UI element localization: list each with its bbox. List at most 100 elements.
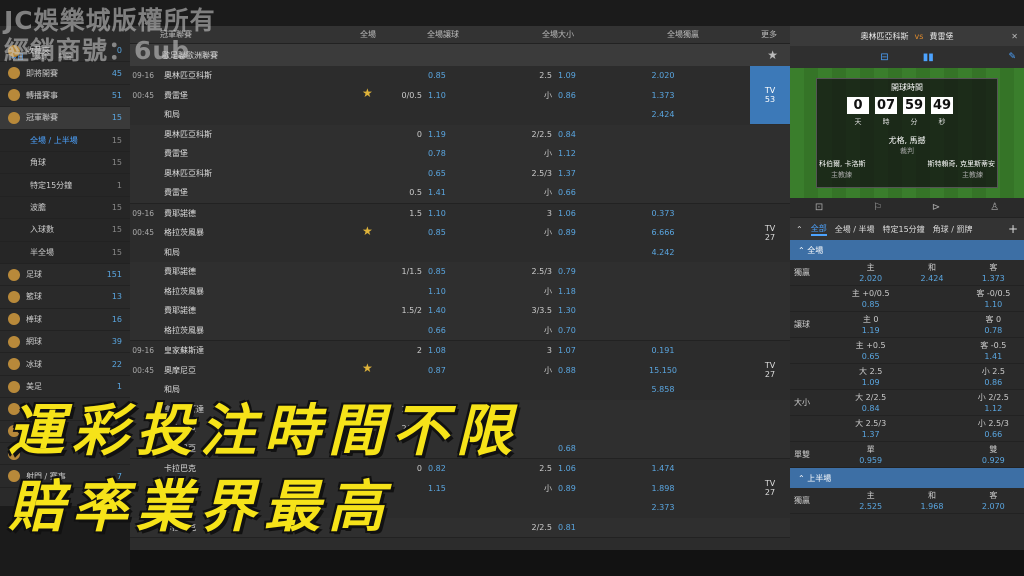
odds-cell[interactable]: 大 2/2.5 0.84 [840, 390, 901, 415]
over-under-odds[interactable]: 0.70 [558, 326, 618, 335]
handicap-odds[interactable]: 1.10 [428, 209, 488, 218]
pin-icon[interactable]: ✎ [1008, 52, 1016, 62]
over-under-odds[interactable]: 0.89 [558, 484, 618, 493]
odds-cell[interactable]: 主 +0/0.5 0.85 [840, 286, 901, 311]
over-under-odds[interactable]: 0.81 [558, 523, 618, 532]
handicap-odds[interactable]: 1.40 [428, 306, 488, 315]
add-icon[interactable]: + [1008, 222, 1018, 236]
col-more[interactable]: 更多 [748, 29, 790, 40]
sidebar-item[interactable]: 足球 151 [0, 264, 130, 287]
moneyline-odds[interactable]: 5.858 [618, 385, 708, 394]
section-full[interactable]: ⌃ 全場 [790, 240, 1024, 260]
tv-stream-button[interactable]: TV 27 [750, 203, 790, 262]
over-under-odds[interactable]: 1.18 [558, 287, 618, 296]
odds-cell[interactable]: 單 0.959 [840, 442, 901, 467]
over-under-odds[interactable]: 1.37 [558, 169, 618, 178]
handicap-odds[interactable]: 0.85 [428, 267, 488, 276]
handicap-odds[interactable]: 1.10 [428, 91, 488, 100]
sidebar-item[interactable]: 半全場 15 [0, 241, 130, 264]
over-under-odds[interactable]: 0.66 [558, 188, 618, 197]
over-under-odds[interactable]: 0.86 [558, 91, 618, 100]
tv-stream-button[interactable]: TV 53 [750, 66, 790, 124]
moneyline-odds[interactable]: 0.191 [618, 346, 708, 355]
stats-view-icon[interactable]: ▮▮ [923, 52, 934, 63]
favorite-star-icon[interactable]: ★ [362, 224, 373, 238]
pitch-view-icon[interactable]: ⊟ [880, 52, 888, 63]
col-full-select[interactable]: 全場 [348, 29, 388, 40]
events-tab-icon[interactable]: ⊳ [932, 202, 940, 213]
tv-stream-button[interactable]: TV 27 [750, 459, 790, 517]
handicap-odds[interactable]: 0.65 [428, 169, 488, 178]
handicap-odds[interactable]: 0.87 [428, 366, 488, 375]
odds-cell[interactable]: 小 2/2.5 1.12 [963, 390, 1024, 415]
match-row[interactable]: 09-16 奧林匹亞科斯 0.85 2.5 1.09 2.020 00:45 費雷堡 0/0.5… [130, 66, 790, 204]
over-under-odds[interactable]: 1.07 [558, 346, 618, 355]
over-under-odds[interactable]: 1.30 [558, 306, 618, 315]
odds-cell[interactable] [901, 312, 962, 337]
odds-cell[interactable]: 主 0 1.19 [840, 312, 901, 337]
moneyline-odds[interactable]: 2.373 [618, 503, 708, 512]
moneyline-odds[interactable]: 4.242 [618, 248, 708, 257]
handicap-odds[interactable]: 1.08 [428, 346, 488, 355]
moneyline-odds[interactable]: 15.150 [618, 366, 708, 375]
handicap-odds[interactable]: 1.10 [428, 287, 488, 296]
over-under-odds[interactable]: 1.09 [558, 71, 618, 80]
lineup-tab-icon[interactable]: ⚐ [873, 202, 882, 213]
field-tab-icon[interactable]: ⊡ [815, 202, 823, 213]
jersey-tab-icon[interactable]: ♙ [990, 202, 999, 213]
odds-cell[interactable]: 大 2.5 1.09 [840, 364, 901, 389]
collapse-icon[interactable]: ⌃ [796, 225, 803, 234]
odds-cell[interactable]: 主 +0.5 0.65 [840, 338, 901, 363]
section-half[interactable]: ⌃ 上半場 [790, 468, 1024, 488]
market-tab[interactable]: 全部 [810, 223, 827, 236]
moneyline-odds[interactable]: 1.373 [618, 91, 708, 100]
odds-cell[interactable]: 和 2.424 [901, 260, 962, 285]
match-row[interactable]: 09-16 費耶諾德 1.5 1.10 3 1.06 0.373 00:45 格拉茨風暴 0.85… [130, 203, 790, 341]
odds-cell[interactable] [901, 338, 962, 363]
odds-cell[interactable]: 大 2.5/3 1.37 [840, 416, 901, 441]
over-under-odds[interactable]: 0.89 [558, 228, 618, 237]
handicap-odds[interactable]: 0.85 [428, 71, 488, 80]
over-under-odds[interactable]: 0.68 [558, 444, 618, 453]
odds-cell[interactable]: 和 1.968 [901, 488, 962, 513]
close-icon[interactable]: ✕ [1011, 32, 1018, 41]
handicap-odds[interactable]: 0.66 [428, 326, 488, 335]
sidebar-item[interactable]: 波膽 15 [0, 196, 130, 220]
odds-cell[interactable]: 客 1.373 [963, 260, 1024, 285]
odds-cell[interactable]: 主 2.020 [840, 260, 901, 285]
favorite-star-icon[interactable]: ★ [767, 48, 778, 62]
odds-cell[interactable]: 小 2.5/3 0.66 [963, 416, 1024, 441]
moneyline-odds[interactable]: 6.666 [618, 228, 708, 237]
handicap-odds[interactable]: 1.19 [428, 130, 488, 139]
odds-cell[interactable] [901, 442, 962, 467]
favorite-star-icon[interactable]: ★ [362, 361, 373, 375]
sidebar-item[interactable]: 棒球 16 [0, 309, 130, 332]
sidebar-item[interactable]: 入球數 15 [0, 219, 130, 242]
moneyline-odds[interactable]: 2.424 [618, 110, 708, 119]
favorite-star-icon[interactable]: ★ [362, 86, 373, 100]
odds-cell[interactable]: 主 2.525 [840, 488, 901, 513]
over-under-odds[interactable]: 0.79 [558, 267, 618, 276]
market-tab[interactable]: 特定15分鐘 [882, 224, 924, 235]
over-under-odds[interactable]: 0.88 [558, 366, 618, 375]
odds-cell[interactable]: 客 0 0.78 [963, 312, 1024, 337]
handicap-odds[interactable]: 0.85 [428, 228, 488, 237]
moneyline-odds[interactable]: 0.373 [618, 209, 708, 218]
odds-cell[interactable]: 小 2.5 0.86 [963, 364, 1024, 389]
odds-cell[interactable]: 雙 0.929 [963, 442, 1024, 467]
handicap-odds[interactable]: 0.78 [428, 149, 488, 158]
odds-cell[interactable]: 客 2.070 [963, 488, 1024, 513]
sidebar-item[interactable]: 特定15分鐘 1 [0, 174, 130, 197]
odds-cell[interactable] [901, 364, 962, 389]
league-header[interactable]: 歐足聯歐洲聯賽 ★ [130, 44, 790, 66]
odds-cell[interactable] [901, 286, 962, 311]
over-under-odds[interactable]: 1.12 [558, 149, 618, 158]
odds-cell[interactable] [901, 390, 962, 415]
sidebar-item[interactable]: 網球 39 [0, 331, 130, 354]
sidebar-item[interactable]: 冠軍聯賽 15 [0, 107, 130, 130]
odds-cell[interactable]: 客 -0.5 1.41 [963, 338, 1024, 363]
sidebar-item[interactable]: 冰球 22 [0, 353, 130, 376]
sidebar-item[interactable]: 全場 / 上半場 15 [0, 129, 130, 152]
over-under-odds[interactable]: 1.06 [558, 464, 618, 473]
handicap-odds[interactable]: 1.41 [428, 188, 488, 197]
